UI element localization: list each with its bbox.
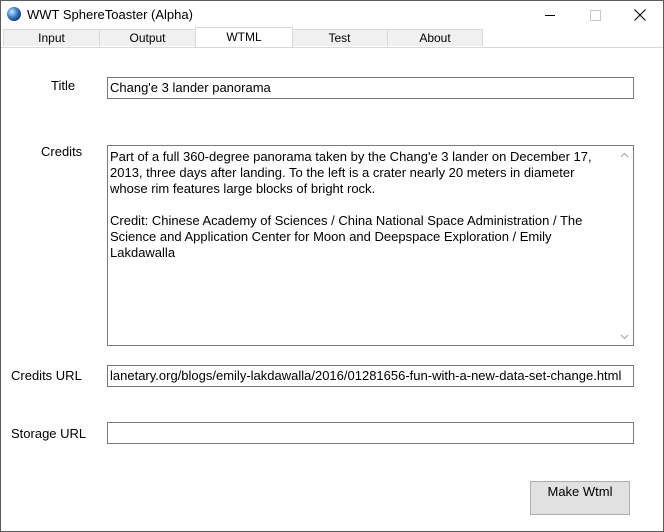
window-title: WWT SphereToaster (Alpha): [27, 7, 193, 22]
storage-url-input[interactable]: [107, 422, 634, 444]
scroll-down-button[interactable]: [616, 328, 633, 345]
tab-about[interactable]: About: [387, 29, 483, 46]
credits-textarea[interactable]: Part of a full 360-degree panorama taken…: [107, 145, 634, 346]
title-input[interactable]: Chang'e 3 lander panorama: [107, 77, 634, 99]
chevron-down-icon: [620, 334, 629, 339]
maximize-button[interactable]: [572, 1, 618, 29]
globe-icon: [7, 7, 21, 21]
minimize-icon: [545, 14, 555, 16]
chevron-up-icon: [620, 152, 629, 157]
maximize-icon: [589, 9, 601, 21]
title-bar[interactable]: WWT SphereToaster (Alpha): [1, 1, 663, 29]
tab-divider: [1, 47, 663, 48]
minimize-button[interactable]: [527, 1, 573, 29]
title-label: Title: [51, 78, 76, 93]
tab-input[interactable]: Input: [3, 29, 100, 46]
credits-scrollbar[interactable]: [616, 146, 633, 345]
close-button[interactable]: [617, 1, 663, 29]
credits-url-input[interactable]: lanetary.org/blogs/emily-lakdawalla/2016…: [107, 365, 634, 387]
storage-url-label: Storage URL: [11, 426, 87, 441]
credits-url-label: Credits URL: [11, 368, 82, 383]
close-icon: [634, 9, 646, 21]
credits-label: Credits: [41, 144, 83, 159]
tab-test[interactable]: Test: [291, 29, 388, 46]
credits-text: Part of a full 360-degree panorama taken…: [110, 149, 592, 260]
tab-output[interactable]: Output: [99, 29, 196, 46]
main-window: WWT SphereToaster (Alpha) Input Output A…: [0, 0, 664, 532]
tab-wtml[interactable]: WTML: [195, 27, 293, 48]
scroll-up-button[interactable]: [616, 146, 633, 163]
make-wtml-button[interactable]: Make Wtml: [530, 481, 630, 515]
tab-strip: Input Output About Test WTML: [1, 27, 663, 48]
